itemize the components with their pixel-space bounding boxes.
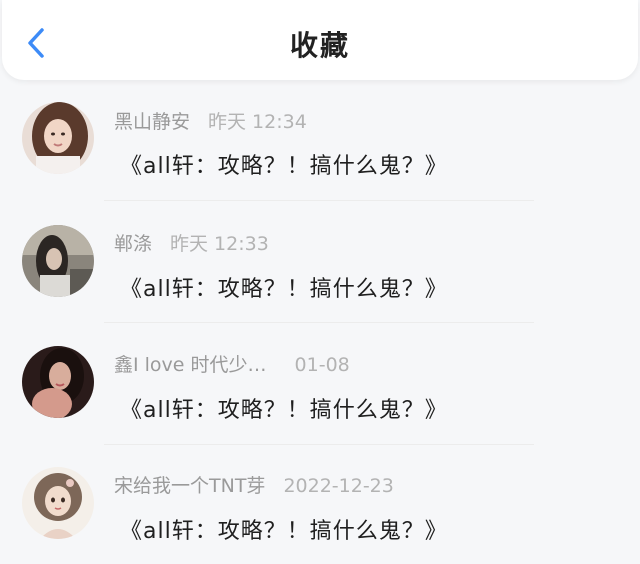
author-name: 宋给我一个TNT芽 [114,475,266,497]
item-meta: 宋给我一个TNT芽 2022-12-23 [114,471,394,498]
avatar[interactable] [22,346,94,418]
avatar[interactable] [22,467,94,539]
author-name: 鑫I love 时代少… [114,354,267,376]
timestamp: 昨天 12:34 [208,111,307,133]
item-meta: 郸涤 昨天 12:33 [114,229,269,256]
work-title[interactable]: 《all轩：攻略？！搞什么鬼？》 [120,271,448,303]
avatar-photo-icon [22,225,94,297]
work-title[interactable]: 《all轩：攻略？！搞什么鬼？》 [120,148,448,180]
list-item[interactable]: 宋给我一个TNT芽 2022-12-23 《all轩：攻略？！搞什么鬼？》 [0,443,640,564]
avatar-photo-icon [22,102,94,174]
item-meta: 黑山静安 昨天 12:34 [114,107,307,134]
work-title[interactable]: 《all轩：攻略？！搞什么鬼？》 [120,513,448,545]
favorites-list: 黑山静安 昨天 12:34 《all轩：攻略？！搞什么鬼？》 郸涤 昨天 12:33… [0,80,640,564]
author-name: 黑山静安 [114,111,191,133]
avatar-photo-icon [22,346,94,418]
avatar-illustration-icon [22,467,94,539]
item-meta: 鑫I love 时代少… 01-08 [114,350,350,377]
timestamp: 01-08 [294,354,350,376]
list-item[interactable]: 黑山静安 昨天 12:34 《all轩：攻略？！搞什么鬼？》 [0,80,640,201]
page-title: 收藏 [289,29,350,62]
list-item[interactable]: 郸涤 昨天 12:33 《all轩：攻略？！搞什么鬼？》 [0,201,640,322]
avatar[interactable] [22,102,94,174]
top-bar: 收藏 [2,0,638,80]
avatar[interactable] [22,225,94,297]
list-item[interactable]: 鑫I love 时代少… 01-08 《all轩：攻略？！搞什么鬼？》 [0,322,640,443]
timestamp: 昨天 12:33 [170,233,269,255]
timestamp: 2022-12-23 [283,475,394,497]
author-name: 郸涤 [114,233,153,255]
work-title[interactable]: 《all轩：攻略？！搞什么鬼？》 [120,392,448,424]
